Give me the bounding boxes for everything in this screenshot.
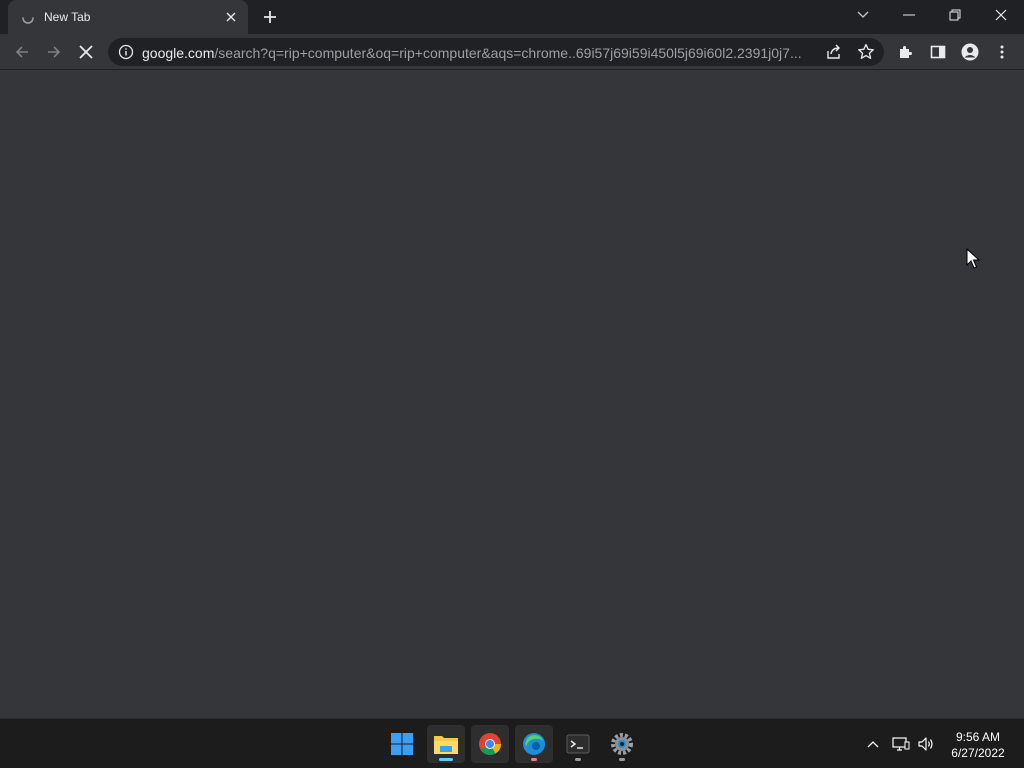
- loading-spinner-icon: [22, 17, 34, 24]
- share-icon[interactable]: [824, 42, 844, 62]
- minimize-icon: [903, 14, 915, 16]
- taskbar-edge[interactable]: [515, 725, 553, 763]
- app-running-indicator: [575, 758, 581, 761]
- browser-toolbar: google.com/search?q=rip+computer&oq=rip+…: [0, 34, 1024, 70]
- clock-time: 9:56 AM: [955, 730, 1001, 744]
- volume-icon: [918, 737, 933, 751]
- profile-button[interactable]: [956, 38, 984, 66]
- url-text[interactable]: google.com/search?q=rip+computer&oq=rip+…: [142, 45, 822, 61]
- tab-strip: New Tab: [0, 0, 1024, 34]
- taskbar: 9:56 AM 6/27/2022: [0, 718, 1024, 768]
- file-explorer-icon: [434, 736, 458, 754]
- close-icon: [226, 12, 236, 22]
- restore-button[interactable]: [932, 0, 978, 30]
- tab-close-button[interactable]: [222, 8, 240, 26]
- close-icon: [79, 45, 93, 59]
- chevron-up-icon: [867, 741, 879, 748]
- side-panel-button[interactable]: [924, 38, 952, 66]
- profile-icon: [961, 43, 979, 61]
- volume-button[interactable]: [914, 719, 938, 768]
- close-window-button[interactable]: [978, 0, 1024, 30]
- tab-title: New Tab: [44, 10, 91, 24]
- url-host: google.com: [142, 45, 215, 61]
- screen: New Tab google.com/search?q=rip+computer…: [0, 0, 1024, 768]
- terminal-icon: [566, 734, 590, 754]
- minimize-button[interactable]: [886, 0, 932, 30]
- taskbar-settings[interactable]: [603, 725, 641, 763]
- browser-tab[interactable]: New Tab: [8, 0, 248, 34]
- chrome-icon: [479, 733, 501, 755]
- arrow-right-icon: [48, 46, 61, 58]
- back-button[interactable]: [8, 38, 36, 66]
- windows-start-icon: [391, 733, 413, 755]
- more-vert-icon: [1000, 45, 1004, 59]
- new-tab-button[interactable]: [258, 6, 282, 28]
- settings-icon: [611, 733, 633, 755]
- close-icon: [995, 9, 1007, 21]
- side-panel-icon: [930, 45, 946, 59]
- puzzle-icon: [900, 46, 912, 58]
- extensions-button[interactable]: [892, 38, 920, 66]
- arrow-left-icon: [15, 46, 28, 58]
- clock-date: 6/27/2022: [951, 746, 1005, 760]
- site-info-icon[interactable]: [118, 44, 134, 60]
- show-hidden-icons-button[interactable]: [862, 719, 884, 768]
- app-running-indicator: [531, 758, 537, 761]
- restore-icon: [949, 9, 961, 21]
- app-running-indicator: [619, 758, 625, 761]
- plus-icon: [264, 11, 276, 23]
- edge-icon: [523, 733, 545, 755]
- network-icon: [892, 737, 910, 751]
- forward-button[interactable]: [40, 38, 68, 66]
- address-bar[interactable]: google.com/search?q=rip+computer&oq=rip+…: [108, 38, 884, 66]
- active-indicator: [439, 758, 453, 761]
- tab-search-button[interactable]: [840, 0, 886, 30]
- stop-loading-button[interactable]: [72, 38, 100, 66]
- taskbar-chrome[interactable]: [471, 725, 509, 763]
- network-button[interactable]: [890, 719, 912, 768]
- taskbar-file-explorer[interactable]: [427, 725, 465, 763]
- url-path: /search?q=rip+computer&oq=rip+computer&a…: [214, 45, 802, 61]
- mouse-cursor-icon: [966, 248, 980, 269]
- taskbar-terminal[interactable]: [559, 725, 597, 763]
- taskbar-clock[interactable]: 9:56 AM 6/27/2022: [938, 729, 1018, 761]
- page-content: [0, 71, 1024, 718]
- chevron-down-icon: [857, 11, 869, 18]
- bookmark-star-icon[interactable]: [856, 42, 876, 62]
- start-button[interactable]: [383, 725, 421, 763]
- menu-button[interactable]: [988, 38, 1016, 66]
